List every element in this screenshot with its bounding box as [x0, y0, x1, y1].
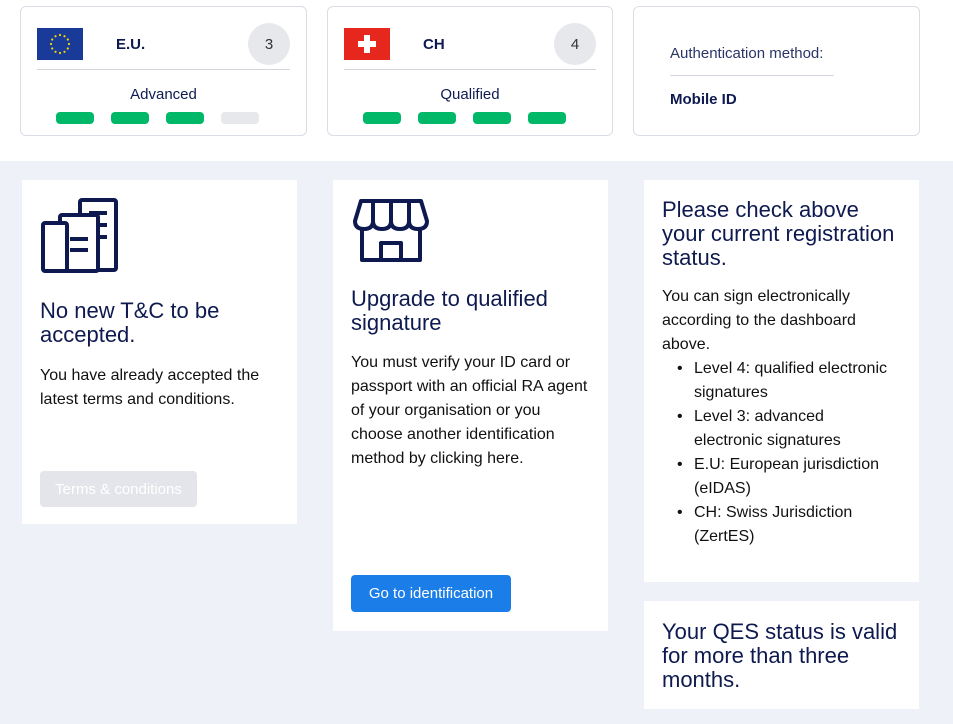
qes-status-title: Your QES status is valid for more than t… — [662, 619, 898, 692]
swiss-flag-icon — [344, 28, 390, 60]
ch-jurisdiction-label: CH — [423, 36, 445, 53]
auth-method-value: Mobile ID — [670, 91, 737, 108]
eu-flag-icon — [37, 28, 83, 60]
document-stack-icon — [41, 198, 118, 273]
terms-panel-title: No new T&C to be accepted. — [40, 298, 220, 347]
list-item: E.U: European jurisdiction (eIDAS) — [662, 453, 892, 501]
upgrade-panel: Upgrade to qualified signature You must … — [333, 180, 608, 631]
progress-segment — [418, 112, 456, 124]
level-legend-list: Level 4: qualified electronic signatures… — [662, 357, 892, 549]
eu-level-badge: 3 — [248, 23, 290, 65]
terms-panel-text: You have already accepted the latest ter… — [40, 367, 260, 408]
auth-method-card: Authentication method: Mobile ID — [633, 6, 920, 136]
progress-segment — [111, 112, 149, 124]
divider — [344, 69, 596, 70]
eu-jurisdiction-label: E.U. — [116, 36, 146, 53]
info-panel-text: You can sign electronically according to… — [662, 288, 856, 353]
progress-segment — [528, 112, 566, 124]
status-bar: E.U. 3 Advanced CH 4 Qualified Authentic… — [0, 0, 953, 161]
progress-segment — [56, 112, 94, 124]
ch-level-progress — [363, 112, 566, 124]
terms-and-conditions-button[interactable]: Terms & conditions — [40, 471, 197, 507]
progress-segment — [473, 112, 511, 124]
ch-level-badge: 4 — [554, 23, 596, 65]
ch-level-name: Qualified — [440, 86, 500, 103]
info-panel-title: Please check above your current registra… — [662, 197, 895, 270]
progress-segment — [166, 112, 204, 124]
divider — [37, 69, 290, 70]
list-item: CH: Swiss Jurisdiction (ZertES) — [662, 501, 892, 549]
upgrade-panel-text[interactable]: You must verify your ID card or passport… — [351, 351, 596, 471]
shop-icon — [353, 199, 429, 262]
progress-segment — [221, 112, 259, 124]
ch-status-card: CH 4 Qualified — [327, 6, 613, 136]
eu-status-card: E.U. 3 Advanced — [20, 6, 307, 136]
auth-method-label: Authentication method: — [670, 45, 824, 62]
list-item: Level 3: advanced electronic signatures — [662, 405, 892, 453]
go-to-identification-button[interactable]: Go to identification — [351, 575, 511, 612]
qes-status-panel: Your QES status is valid for more than t… — [644, 601, 919, 709]
terms-panel: No new T&C to be accepted. You have alre… — [22, 180, 297, 524]
info-panel: Please check above your current registra… — [644, 180, 919, 582]
eu-level-progress — [56, 112, 259, 124]
progress-segment — [363, 112, 401, 124]
eu-level-name: Advanced — [130, 86, 197, 103]
divider — [670, 75, 834, 76]
list-item: Level 4: qualified electronic signatures — [662, 357, 892, 405]
upgrade-panel-title: Upgrade to qualified signature — [351, 286, 548, 335]
